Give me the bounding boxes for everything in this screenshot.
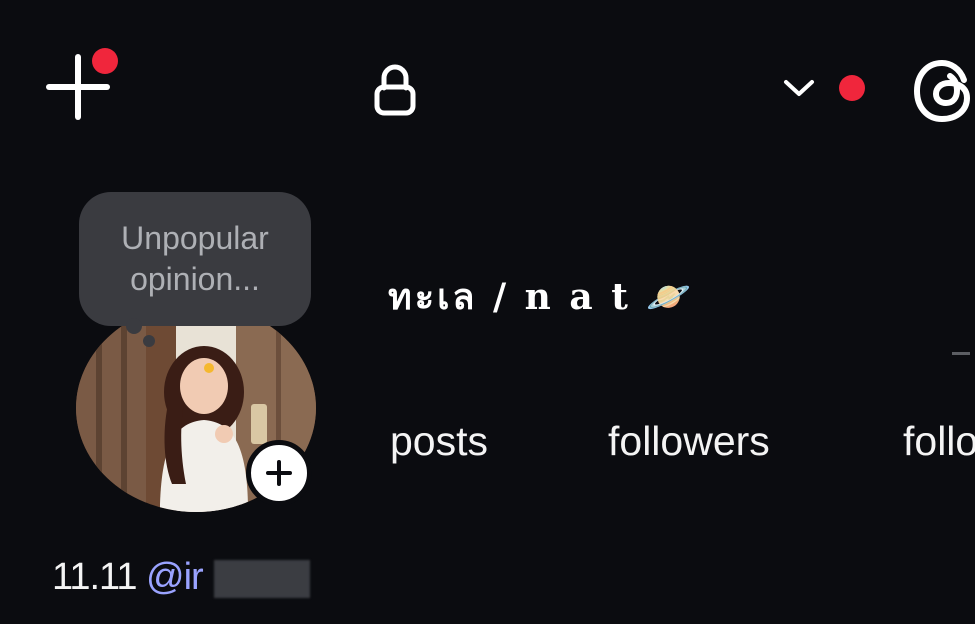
divider [952,352,970,355]
plus-icon-vertical [75,54,81,120]
add-story-button[interactable] [246,440,312,506]
notification-dot [839,75,865,101]
plus-icon [266,460,292,486]
bio-prefix: 11.11 [52,556,137,598]
notification-dot [92,48,118,74]
threads-logo-icon[interactable] [912,56,975,126]
threads-handle-link[interactable]: @ir [146,556,204,598]
create-button[interactable] [40,46,120,126]
account-switcher[interactable] [780,68,880,108]
posts-stat[interactable]: posts [390,418,488,465]
followers-stat[interactable]: followers [608,418,770,465]
note-text: Unpopular opinion... [121,220,269,297]
note-tail [143,335,155,347]
bio-line: 11.11 @ir [52,556,204,599]
profile-display-name: ทะเล / n a t 🪐 [388,276,695,318]
lock-icon [370,58,420,118]
note-bubble[interactable]: Unpopular opinion... [79,192,311,326]
chevron-down-icon [784,80,814,96]
following-stat[interactable]: follo [903,418,975,465]
redacted-text [214,560,310,598]
note-tail [126,318,142,334]
